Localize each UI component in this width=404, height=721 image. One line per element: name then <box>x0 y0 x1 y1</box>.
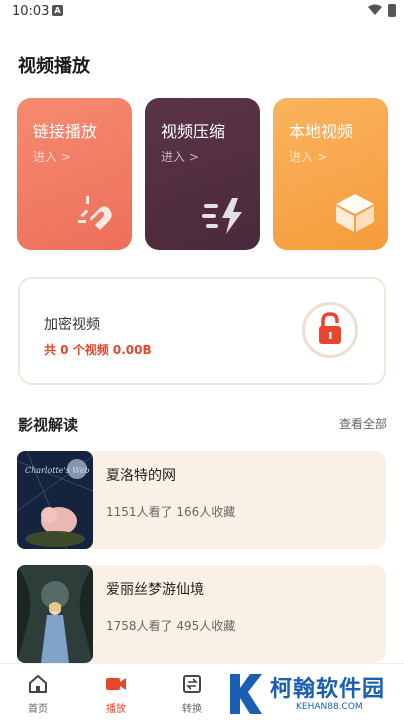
section-title-film: 影视解读 <box>18 416 79 434</box>
card-enter-link: 进入 > <box>33 150 71 164</box>
encrypted-video-card[interactable]: 加密视频 共 0 个视频 0.00B <box>18 277 386 385</box>
watermark-logo: 柯翰软件园 KEHAN88.COM <box>218 668 404 720</box>
lock-icon <box>319 312 341 344</box>
status-bar: 10:03 A <box>0 0 404 22</box>
watermark-sub: KEHAN88.COM <box>296 702 363 712</box>
lightning-icon <box>202 198 242 234</box>
card-title: 本地视频 <box>289 122 354 141</box>
poster-title: Charlotte's Web <box>25 466 90 475</box>
notification-icon: A <box>52 5 63 16</box>
video-icon <box>106 678 126 690</box>
k-logo-icon <box>219 670 265 716</box>
movie-poster <box>17 565 93 663</box>
local-video-card[interactable]: 本地视频 进入 > <box>273 98 388 250</box>
magnet-icon <box>78 196 112 230</box>
movie-title: 夏洛特的网 <box>106 468 176 484</box>
cube-icon <box>336 194 374 232</box>
tab-label: 转换 <box>182 704 202 715</box>
movie-poster: Charlotte's Web <box>17 451 93 549</box>
tab-label: 播放 <box>106 704 126 715</box>
card-enter-link: 进入 > <box>289 150 327 164</box>
movie-item[interactable]: Charlotte's Web 夏洛特的网 1151人看了 166人收藏 <box>17 451 386 549</box>
tab-label: 首页 <box>28 704 48 715</box>
movie-item[interactable]: 爱丽丝梦游仙境 1758人看了 495人收藏 <box>17 565 386 663</box>
movie-title: 爱丽丝梦游仙境 <box>106 582 204 598</box>
watermark-text: 柯翰软件园 <box>270 677 386 702</box>
encrypted-title: 加密视频 <box>44 317 100 333</box>
tab-home[interactable]: 首页 <box>13 674 63 715</box>
video-compress-card[interactable]: 视频压缩 进入 > <box>145 98 260 250</box>
card-enter-link: 进入 > <box>161 150 199 164</box>
card-title: 视频压缩 <box>161 122 226 141</box>
movie-stat: 1151人看了 166人收藏 <box>106 505 236 519</box>
card-title: 链接播放 <box>33 122 98 141</box>
tab-convert[interactable]: 转换 <box>167 674 217 715</box>
home-icon <box>29 675 47 693</box>
link-play-card[interactable]: 链接播放 进入 > <box>17 98 132 250</box>
tab-play[interactable]: 播放 <box>91 674 141 715</box>
status-time: 10:03 <box>12 4 50 19</box>
battery-icon <box>388 4 396 17</box>
movie-stat: 1758人看了 495人收藏 <box>106 619 236 633</box>
section-title-video: 视频播放 <box>18 56 90 77</box>
wifi-icon <box>368 4 382 15</box>
lock-button[interactable] <box>302 302 358 358</box>
view-all-link[interactable]: 查看全部 <box>339 415 387 432</box>
encrypted-stat: 共 0 个视频 0.00B <box>44 343 152 357</box>
convert-icon <box>183 675 201 693</box>
